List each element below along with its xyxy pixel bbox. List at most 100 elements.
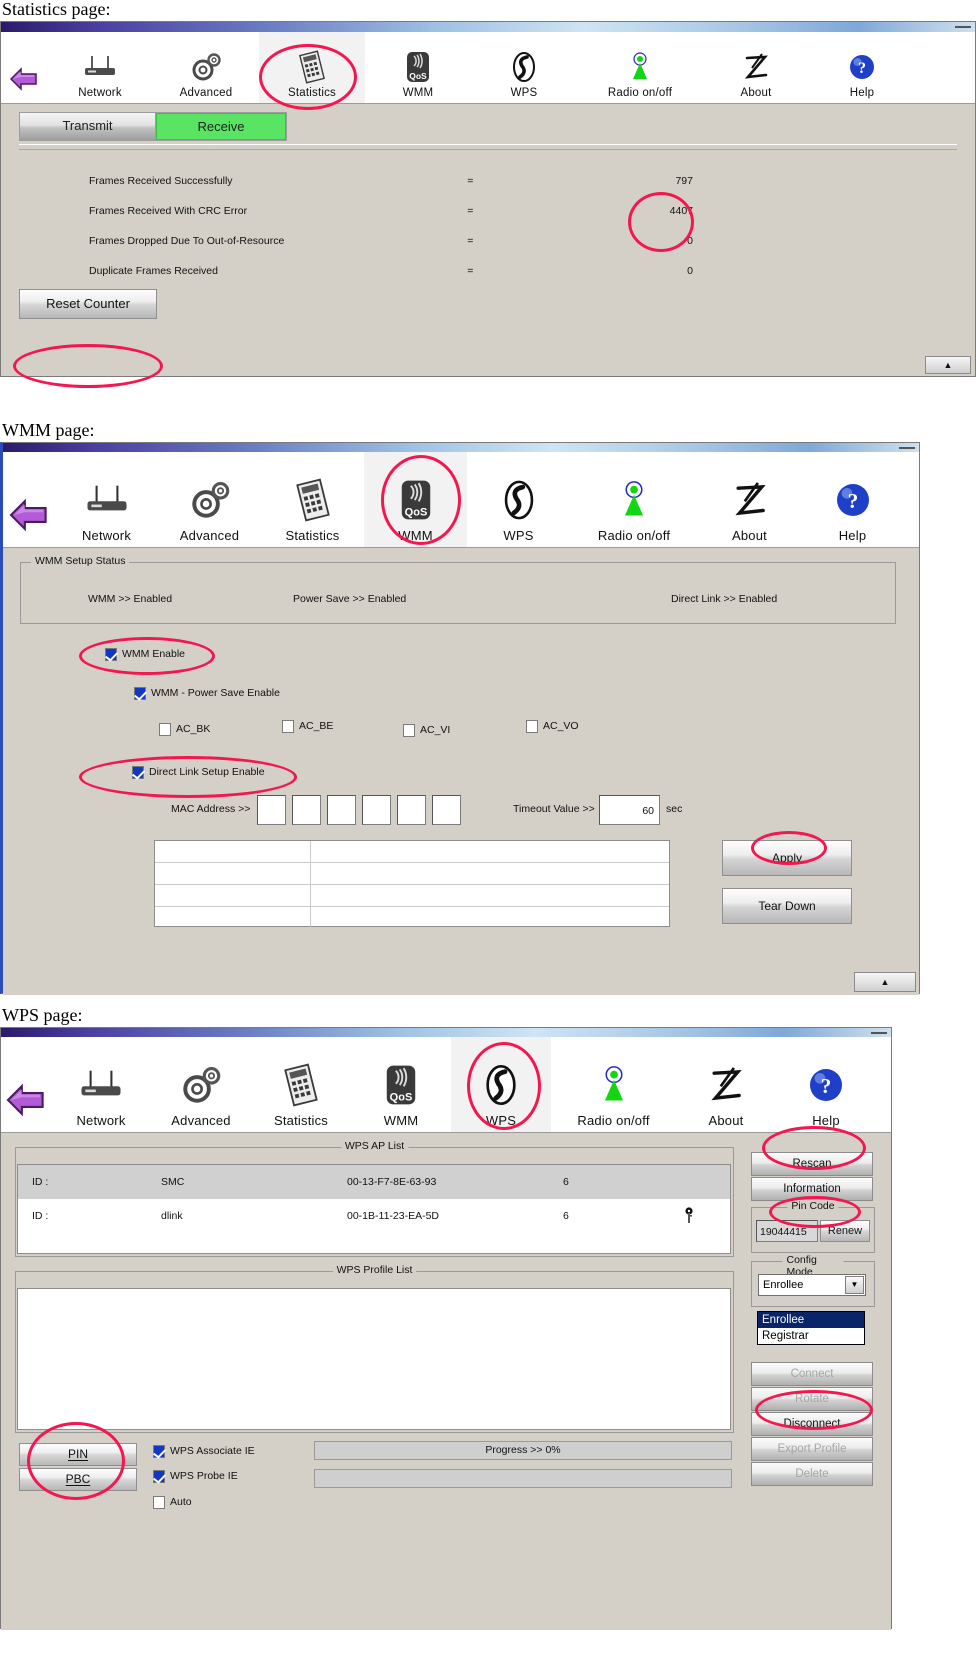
- window-minimize-icon[interactable]: [871, 1031, 887, 1034]
- connect-button[interactable]: Connect: [751, 1361, 873, 1386]
- toolbar-item-statistics[interactable]: Statistics: [259, 31, 365, 103]
- toolbar-item-wmm[interactable]: QoS WMM: [351, 1037, 451, 1132]
- ac-be-checkbox[interactable]: [282, 719, 294, 733]
- ap-list[interactable]: ID : SMC 00-13-F7-8E-63-93 6 ID : dlink …: [17, 1163, 731, 1254]
- window-minimize-icon[interactable]: [955, 25, 971, 28]
- pin-code-value[interactable]: 19044415: [756, 1219, 818, 1242]
- mac-octet-6[interactable]: [432, 794, 461, 825]
- table-row[interactable]: ID : dlink 00-1B-11-23-EA-5D 6: [18, 1199, 730, 1233]
- wps-probe-ie-checkbox[interactable]: [153, 1469, 165, 1483]
- power-save-checkbox[interactable]: [134, 686, 146, 700]
- toolbar-item-radio[interactable]: Radio on/off: [551, 1037, 676, 1132]
- mac-octet-5[interactable]: [397, 794, 426, 825]
- mac-octet-4[interactable]: [362, 794, 391, 825]
- toolbar-item-about[interactable]: About: [703, 32, 809, 103]
- table-row[interactable]: [155, 884, 669, 907]
- toolbar-item-wmm[interactable]: QoS WMM: [365, 32, 471, 103]
- toolbar-item-radio[interactable]: Radio on/off: [570, 452, 698, 547]
- toolbar-item-wps[interactable]: WPS: [467, 452, 570, 547]
- table-row[interactable]: [155, 862, 669, 885]
- table-row[interactable]: ID : SMC 00-13-F7-8E-63-93 6: [18, 1164, 730, 1199]
- wmm-enable-checkbox[interactable]: [105, 647, 117, 661]
- wps-auto-checkbox[interactable]: [153, 1495, 165, 1509]
- toolbar-item-wps[interactable]: WPS: [451, 1036, 551, 1132]
- chevron-down-icon[interactable]: ▼: [845, 1275, 864, 1294]
- timeout-value-input[interactable]: 60: [599, 794, 660, 825]
- tear-down-button[interactable]: Tear Down: [722, 887, 852, 924]
- renew-button[interactable]: Renew: [820, 1219, 870, 1242]
- tab-receive[interactable]: Receive: [156, 112, 286, 140]
- reset-counter-button[interactable]: Reset Counter: [19, 288, 157, 319]
- delete-button[interactable]: Delete: [751, 1461, 873, 1486]
- wps-associate-ie-checkbox[interactable]: [153, 1444, 165, 1458]
- toolbar-label: WPS: [510, 86, 538, 99]
- toolbar-item-statistics[interactable]: Statistics: [261, 452, 364, 547]
- toolbar-item-network[interactable]: Network: [47, 32, 153, 103]
- table-row[interactable]: [155, 906, 669, 928]
- toolbar-label: Advanced: [179, 86, 233, 99]
- toolbar-back-button[interactable]: [1, 1037, 51, 1132]
- toolbar-item-radio[interactable]: Radio on/off: [577, 32, 703, 103]
- ap-id: ID :: [32, 1209, 49, 1222]
- rescan-button[interactable]: Rescan: [751, 1151, 873, 1176]
- pbc-button-label: PBC: [65, 1471, 91, 1486]
- toolbar-item-advanced[interactable]: Advanced: [151, 1037, 251, 1132]
- disconnect-button[interactable]: Disconnect: [751, 1411, 873, 1436]
- ac-vo-checkbox[interactable]: [526, 719, 538, 733]
- ac-bk-checkbox[interactable]: [159, 722, 171, 736]
- dropdown-option-enrollee[interactable]: Enrollee: [758, 1311, 864, 1328]
- scroll-up-button[interactable]: ▲: [925, 355, 971, 374]
- router-icon: [81, 473, 133, 527]
- scroll-up-button[interactable]: ▲: [854, 971, 916, 992]
- toolbar-label: Radio on/off: [577, 1112, 650, 1128]
- mac-octet-2[interactable]: [292, 794, 321, 825]
- direct-link-checkbox[interactable]: [132, 765, 144, 779]
- stat-label: Frames Received With CRC Error: [89, 204, 248, 217]
- rotate-button[interactable]: Rotate: [751, 1386, 873, 1411]
- tab-transmit[interactable]: Transmit: [20, 112, 156, 140]
- config-mode-dropdown[interactable]: Enrollee Registrar: [757, 1310, 865, 1345]
- toolbar-item-wmm[interactable]: QoS WMM: [364, 451, 467, 547]
- wps-caption: WPS page:: [2, 1004, 83, 1025]
- toolbar-label: Radio on/off: [597, 527, 671, 543]
- ac-vi-row[interactable]: AC_VI: [403, 723, 450, 737]
- power-save-enable-row[interactable]: WMM - Power Save Enable: [134, 686, 280, 700]
- wmm-window: Network Advanced Statistics QoS WMM WPS: [0, 441, 920, 995]
- toolbar-item-statistics[interactable]: Statistics: [251, 1037, 351, 1132]
- direct-link-enable-row[interactable]: Direct Link Setup Enable: [132, 765, 265, 779]
- toolbar-back-button[interactable]: [1, 32, 47, 103]
- export-profile-button[interactable]: Export Profile: [751, 1436, 873, 1461]
- pin-button[interactable]: PIN: [19, 1442, 137, 1466]
- direct-link-table[interactable]: [154, 839, 670, 928]
- table-row[interactable]: [155, 840, 669, 863]
- wps-auto-row[interactable]: Auto: [153, 1495, 192, 1509]
- ac-vo-row[interactable]: AC_VO: [526, 719, 579, 733]
- mac-octet-3[interactable]: [327, 794, 356, 825]
- wmm-enable-row[interactable]: WMM Enable: [105, 647, 185, 661]
- information-button[interactable]: Information: [751, 1176, 873, 1201]
- wps-associate-ie-row[interactable]: WPS Associate IE: [153, 1444, 255, 1458]
- wps-probe-ie-row[interactable]: WPS Probe IE: [153, 1469, 238, 1483]
- toolbar-item-advanced[interactable]: Advanced: [158, 452, 261, 547]
- ac-bk-row[interactable]: AC_BK: [159, 722, 210, 736]
- toolbar-item-help[interactable]: ? Help: [801, 452, 904, 547]
- ac-vi-checkbox[interactable]: [403, 723, 415, 737]
- toolbar-item-help[interactable]: ? Help: [776, 1037, 876, 1132]
- toolbar-item-network[interactable]: Network: [55, 452, 158, 547]
- toolbar-item-help[interactable]: ? Help: [809, 32, 915, 103]
- toolbar-item-advanced[interactable]: Advanced: [153, 32, 259, 103]
- pbc-button[interactable]: PBC: [19, 1467, 137, 1491]
- apply-button[interactable]: Apply: [722, 839, 852, 876]
- toolbar-item-about[interactable]: About: [676, 1037, 776, 1132]
- ac-be-row[interactable]: AC_BE: [282, 719, 333, 733]
- config-mode-select[interactable]: Enrollee ▼: [758, 1273, 866, 1296]
- toolbar-item-about[interactable]: About: [698, 452, 801, 547]
- toolbar-back-button[interactable]: [3, 452, 55, 547]
- toolbar-item-wps[interactable]: WPS: [471, 32, 577, 103]
- profile-list[interactable]: [17, 1287, 731, 1430]
- dropdown-option-registrar[interactable]: Registrar: [758, 1328, 864, 1344]
- window-minimize-icon[interactable]: [899, 446, 915, 449]
- toolbar-item-network[interactable]: Network: [51, 1037, 151, 1132]
- z-icon: [729, 473, 771, 527]
- mac-octet-1[interactable]: [257, 794, 286, 825]
